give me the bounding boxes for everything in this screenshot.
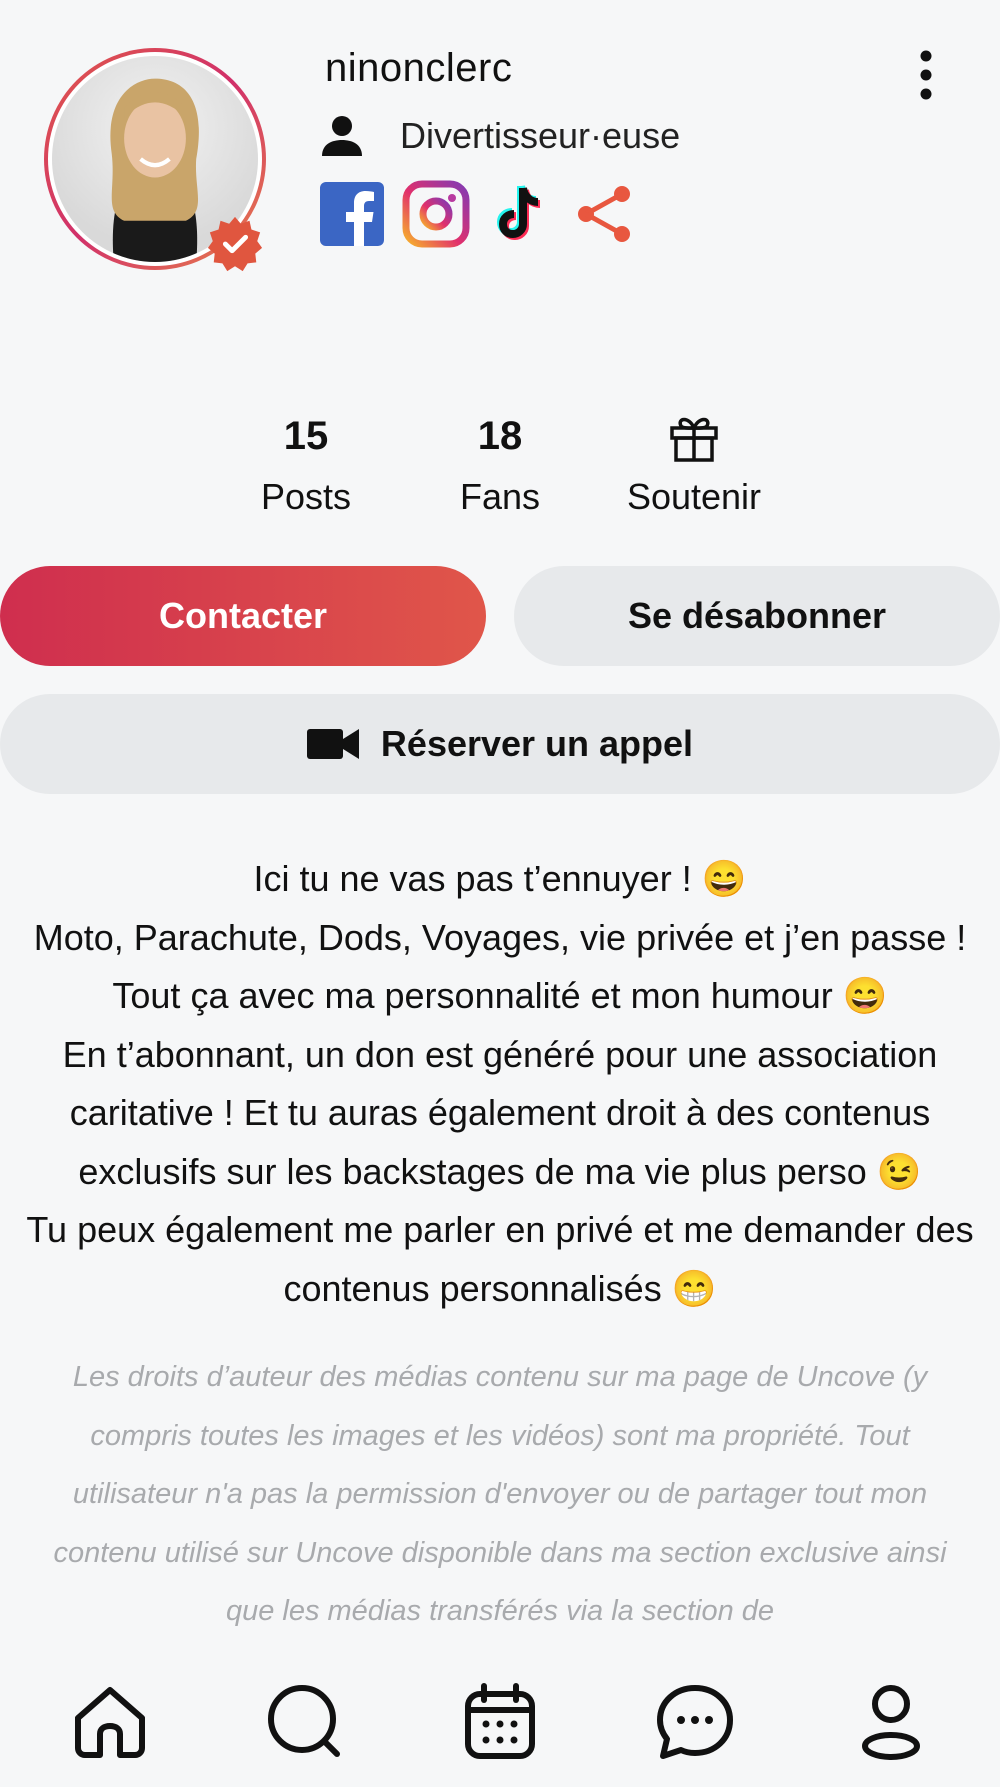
profile-icon bbox=[862, 1685, 920, 1760]
username: ninonclerc bbox=[325, 46, 513, 90]
fans-stat[interactable]: 18 Fans bbox=[420, 410, 580, 518]
support-stat[interactable]: Soutenir bbox=[614, 410, 774, 518]
facebook-icon[interactable] bbox=[318, 180, 386, 248]
fans-count: 18 bbox=[477, 414, 523, 458]
gift-icon bbox=[670, 417, 718, 462]
nav-calendar[interactable] bbox=[460, 1682, 540, 1762]
search-icon bbox=[268, 1685, 340, 1757]
nav-profile[interactable] bbox=[851, 1682, 931, 1762]
chat-icon bbox=[657, 1685, 733, 1759]
support-label: Soutenir bbox=[626, 476, 762, 517]
book-call-label: Réserver un appel bbox=[380, 723, 694, 764]
copyright-notice: Les droits d’auteur des médias contenu s… bbox=[53, 1361, 947, 1627]
person-icon bbox=[322, 116, 362, 156]
video-camera-icon bbox=[306, 729, 359, 759]
nav-search[interactable] bbox=[265, 1682, 345, 1762]
nav-home[interactable] bbox=[70, 1682, 150, 1762]
instagram-icon[interactable] bbox=[402, 180, 470, 248]
home-icon bbox=[75, 1687, 145, 1758]
bio-line: Moto, Parachute, Dods, Voyages, vie priv… bbox=[33, 916, 967, 1017]
tiktok-icon[interactable] bbox=[486, 180, 554, 248]
bio-line: Tu peux également me parler en privé et … bbox=[26, 1209, 974, 1309]
bottom-nav bbox=[0, 1640, 1000, 1787]
unsubscribe-button[interactable]: Se désabonner bbox=[514, 566, 1000, 666]
calendar-icon bbox=[465, 1683, 535, 1759]
share-icon[interactable] bbox=[570, 180, 638, 248]
posts-count: 15 bbox=[283, 414, 329, 458]
profile-page: ninonclerc Divertisseur·euse 15 Posts 18… bbox=[0, 0, 1000, 1787]
nav-messages[interactable] bbox=[655, 1682, 735, 1762]
more-options-icon[interactable] bbox=[912, 50, 940, 100]
social-links bbox=[318, 180, 638, 248]
bio-line: Ici tu ne vas pas t’ennuyer ! 😄 bbox=[253, 858, 747, 899]
verified-badge-icon bbox=[207, 216, 263, 272]
contact-button[interactable]: Contacter bbox=[0, 566, 486, 666]
posts-stat[interactable]: 15 Posts bbox=[226, 410, 386, 518]
fans-label: Fans bbox=[459, 476, 541, 517]
book-call-button[interactable]: Réserver un appel bbox=[0, 694, 1000, 794]
posts-label: Posts bbox=[260, 476, 352, 517]
category-label: Divertisseur·euse bbox=[400, 115, 681, 156]
bio: Ici tu ne vas pas t’ennuyer ! 😄 Moto, Pa… bbox=[20, 850, 980, 1318]
bio-line: En t’abonnant, un don est généré pour un… bbox=[62, 1033, 938, 1192]
category-row: Divertisseur·euse bbox=[318, 112, 680, 160]
